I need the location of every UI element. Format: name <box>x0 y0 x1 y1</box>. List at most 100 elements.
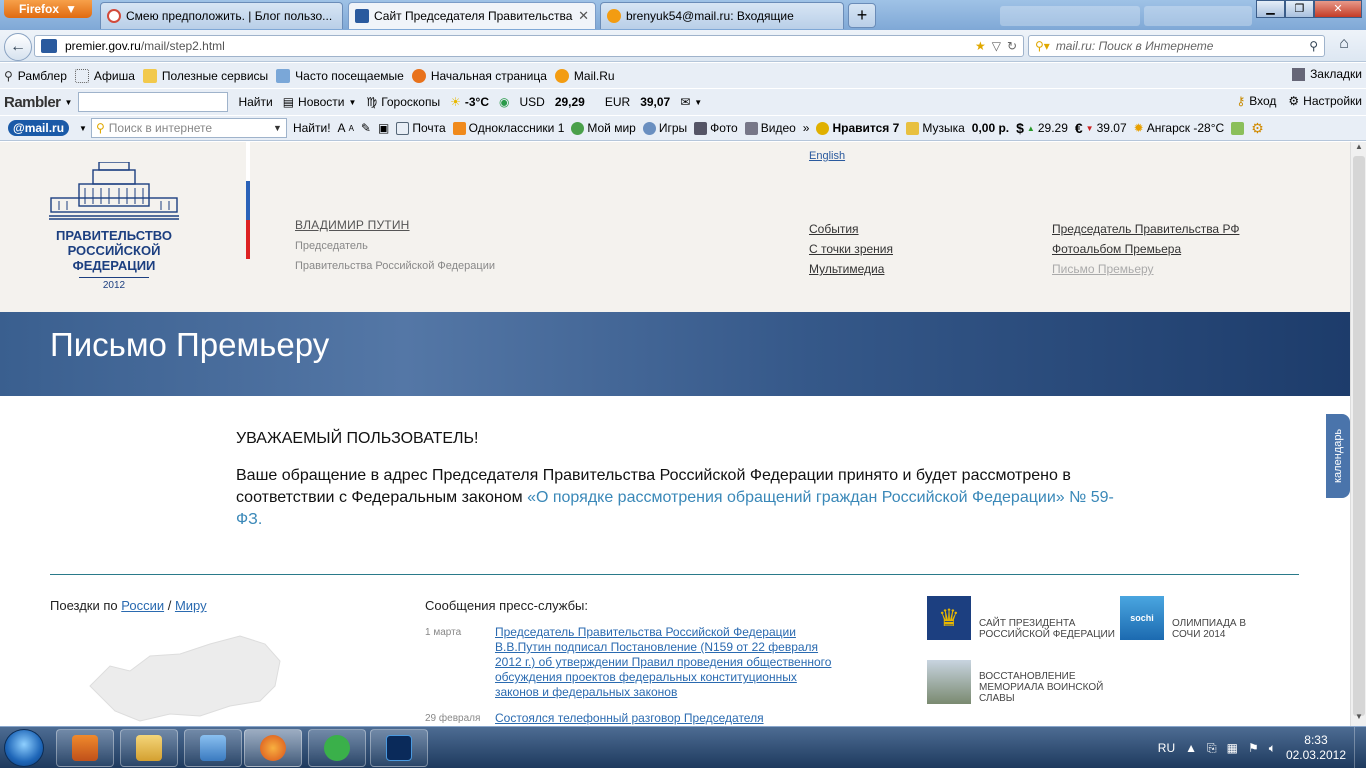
vertical-scrollbar[interactable]: ▲ ▼ <box>1350 142 1366 726</box>
frame-icon[interactable]: ▣ <box>378 121 389 135</box>
tab-blog[interactable]: Смею предположить. | Блог пользо... <box>100 2 343 29</box>
sochi-link[interactable]: sochi ОЛИМПИАДА В СОЧИ 2014 <box>1120 596 1262 640</box>
settings-button[interactable]: ⚙ Настройки <box>1288 94 1362 108</box>
nav-multimedia[interactable]: Мультимедиа <box>809 262 884 276</box>
mailru-balance[interactable]: 0,00 р. <box>972 121 1009 135</box>
nav-letter-current[interactable]: Письмо Премьеру <box>1052 262 1154 276</box>
mailru-photo[interactable]: Фото <box>694 121 738 135</box>
new-tab-button[interactable]: + <box>848 3 876 28</box>
bookmark-frequent[interactable]: Часто посещаемые <box>276 68 404 83</box>
login-button[interactable]: ⚷ Вход <box>1236 94 1276 108</box>
mailru-mail[interactable]: Почта <box>396 121 446 135</box>
bookmarks-menu[interactable]: Закладки <box>1292 67 1362 81</box>
mailru-games[interactable]: Игры <box>642 121 687 135</box>
taskbar-explorer[interactable] <box>120 729 178 767</box>
pm-name-link[interactable]: ВЛАДИМИР ПУТИН <box>295 218 495 232</box>
president-site-link[interactable]: ♛ САЙТ ПРЕЗИДЕНТА РОССИЙСКОЙ ФЕДЕРАЦИИ <box>927 596 1115 640</box>
firefox-menu-button[interactable]: Firefox ▼ <box>4 0 92 18</box>
dropdown-arrow-icon[interactable]: ▼ <box>65 98 73 107</box>
network-icon[interactable]: ▦ <box>1227 741 1238 755</box>
clock[interactable]: 8:33 02.03.2012 <box>1286 733 1346 763</box>
font-size-icon[interactable]: AA <box>338 121 354 135</box>
rambler-eur[interactable]: EUR 39,07 <box>605 95 670 109</box>
rambler-logo[interactable]: Rambler <box>4 94 61 111</box>
news-link[interactable]: Председатель Правительства Российской Фе… <box>495 625 835 700</box>
nav-point-of-view[interactable]: С точки зрения <box>809 242 893 256</box>
rambler-find-button[interactable]: Найти <box>238 95 272 109</box>
nav-photo-album[interactable]: Фотоальбом Премьера <box>1052 242 1181 256</box>
sun-icon: ✹ <box>1133 121 1144 135</box>
tray-expand-icon[interactable]: ▲ <box>1185 741 1197 755</box>
mailru-usd[interactable]: $ ▲ 29.29 <box>1016 120 1068 136</box>
home-icon[interactable]: ⌂ <box>1331 35 1357 57</box>
taskbar-paint[interactable] <box>184 729 242 767</box>
rambler-news[interactable]: ▤ Новости ▼ <box>283 95 357 109</box>
site-identity-icon[interactable] <box>41 39 57 53</box>
bookmark-start[interactable]: Начальная страница <box>411 68 547 83</box>
tab-mail[interactable]: brenyuk54@mail.ru: Входящие <box>600 2 844 29</box>
taskbar-media-player[interactable] <box>56 729 114 767</box>
mailru-music[interactable]: Музыка <box>906 121 965 135</box>
nav-chairman[interactable]: Председатель Правительства РФ <box>1052 222 1239 236</box>
taskbar-mailru-agent[interactable] <box>308 729 366 767</box>
rambler-horoscope[interactable]: ♍ Гороскопы <box>366 95 440 109</box>
mailru-ok[interactable]: Одноклассники 1 <box>452 121 564 135</box>
close-tab-icon[interactable]: ✕ <box>578 8 589 24</box>
start-button[interactable] <box>4 729 44 767</box>
bookmark-afisha[interactable]: Афиша <box>74 68 135 83</box>
russia-map[interactable] <box>70 626 300 726</box>
mailru-search-input[interactable]: ⚲ Поиск в интернете ▼ <box>90 118 287 138</box>
bookmark-star-icon[interactable]: ★ <box>975 39 986 53</box>
usb-icon[interactable]: ⎘ <box>1207 741 1217 756</box>
search-icon[interactable]: ⚲ <box>1309 39 1318 53</box>
more-chevron-icon[interactable]: » <box>803 121 810 135</box>
usd-value: 29.29 <box>1037 121 1068 135</box>
scroll-down-icon[interactable]: ▼ <box>1351 712 1366 726</box>
flag-icon[interactable]: ⚑ <box>1248 741 1259 755</box>
bookmark-mailru[interactable]: Mail.Ru <box>554 68 615 83</box>
mailru-settings[interactable]: ⚙ <box>1251 120 1264 137</box>
news-link[interactable]: Состоялся телефонный разговор Председате… <box>495 711 835 726</box>
rambler-usd[interactable]: USD 29,29 <box>519 95 584 109</box>
rambler-weather[interactable]: ☀ -3°C <box>450 95 489 109</box>
maximize-button[interactable]: ❐ <box>1285 0 1315 18</box>
nav-events[interactable]: События <box>809 222 859 236</box>
rambler-traffic[interactable]: ◉ <box>499 95 509 109</box>
trips-world-link[interactable]: Миру <box>175 598 207 613</box>
search-engine-icon[interactable]: ⚲▾ <box>1035 39 1050 53</box>
gov-logo[interactable]: ПРАВИТЕЛЬСТВО РОССИЙСКОЙ ФЕДЕРАЦИИ 2012 <box>44 161 184 302</box>
english-version-link[interactable]: English <box>809 150 845 162</box>
mailru-logo[interactable]: @mail.ru <box>8 120 70 136</box>
search-bar[interactable]: ⚲▾ mail.ru: Поиск в Интернете ⚲ <box>1028 35 1325 57</box>
tab-premier[interactable]: Сайт Председателя Правительства ... ✕ <box>348 2 596 29</box>
rambler-mail[interactable]: ✉ ▼ <box>680 95 702 109</box>
taskbar-photoshop[interactable] <box>370 729 428 767</box>
mailru-find-button[interactable]: Найти! <box>293 121 331 135</box>
rambler-search-input[interactable] <box>78 92 229 112</box>
calendar-tab[interactable]: календарь <box>1326 414 1350 498</box>
bookmark-services[interactable]: Полезные сервисы <box>142 68 268 83</box>
history-dropdown-icon[interactable]: ▽ <box>992 39 1001 53</box>
trips-russia-link[interactable]: России <box>121 598 164 613</box>
back-button[interactable]: ← <box>4 33 32 61</box>
mailru-myworld[interactable]: Мой мир <box>571 121 636 135</box>
reload-icon[interactable]: ↻ <box>1007 39 1017 53</box>
minimize-button[interactable]: ▁ <box>1256 0 1286 18</box>
language-indicator[interactable]: RU <box>1158 741 1175 755</box>
bookmark-rambler[interactable]: ⚲ Рамблер <box>4 69 67 83</box>
mailru-likes[interactable]: Нравится 7 <box>816 121 899 135</box>
mailru-eur[interactable]: € ▼ 39.07 <box>1075 120 1127 136</box>
taskbar-firefox[interactable] <box>244 729 302 767</box>
mailru-video[interactable]: Видео <box>744 121 796 135</box>
dropdown-arrow-icon[interactable]: ▼ <box>79 124 87 133</box>
scroll-thumb[interactable] <box>1353 156 1365 716</box>
memorial-link[interactable]: ВОССТАНОВЛЕНИЕ МЕМОРИАЛА ВОИНСКОЙ СЛАВЫ <box>927 660 1115 704</box>
close-window-button[interactable]: ✕ <box>1314 0 1363 18</box>
show-desktop-button[interactable] <box>1354 727 1366 768</box>
url-bar[interactable]: premier.gov.ru/mail/step2.html ★ ▽ ↻ <box>34 35 1024 57</box>
mailru-weather[interactable]: ✹ Ангарск -28°C <box>1134 121 1225 135</box>
volume-icon[interactable]: 🔈︎ <box>1269 741 1276 756</box>
mailru-extra[interactable] <box>1231 121 1245 135</box>
highlight-icon[interactable]: ✎ <box>361 121 371 135</box>
scroll-up-icon[interactable]: ▲ <box>1351 142 1366 156</box>
